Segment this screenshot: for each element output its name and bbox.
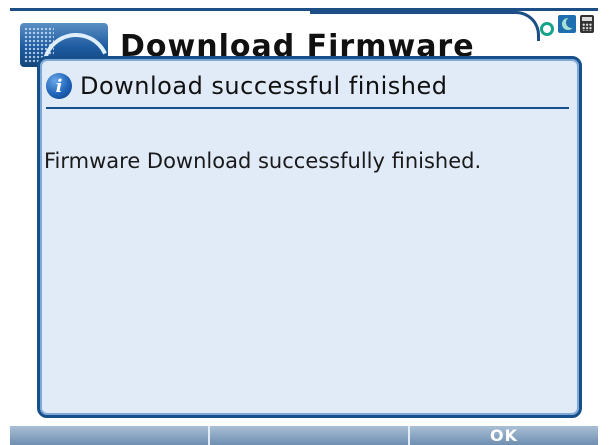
night-mode-icon [558,15,576,33]
softkey-middle[interactable] [208,426,408,445]
top-frame-line [10,8,598,11]
calculator-icon [580,15,594,33]
device-screen: Download Firmware i Download successful … [10,8,598,445]
search-icon [540,22,554,36]
header-frame [310,11,540,41]
status-bar [540,11,594,37]
softkey-left[interactable] [10,426,208,445]
softkey-bar: OK [10,426,598,445]
dialog-title: Download successful finished [80,72,448,100]
dialog-divider [46,107,569,109]
message-dialog: i Download successful finished Firmware … [37,56,582,418]
dialog-message: Firmware Download successfully finished. [44,149,482,173]
ok-button[interactable]: OK [408,426,598,445]
info-icon: i [46,73,72,99]
dialog-header: i Download successful finished [46,67,573,105]
